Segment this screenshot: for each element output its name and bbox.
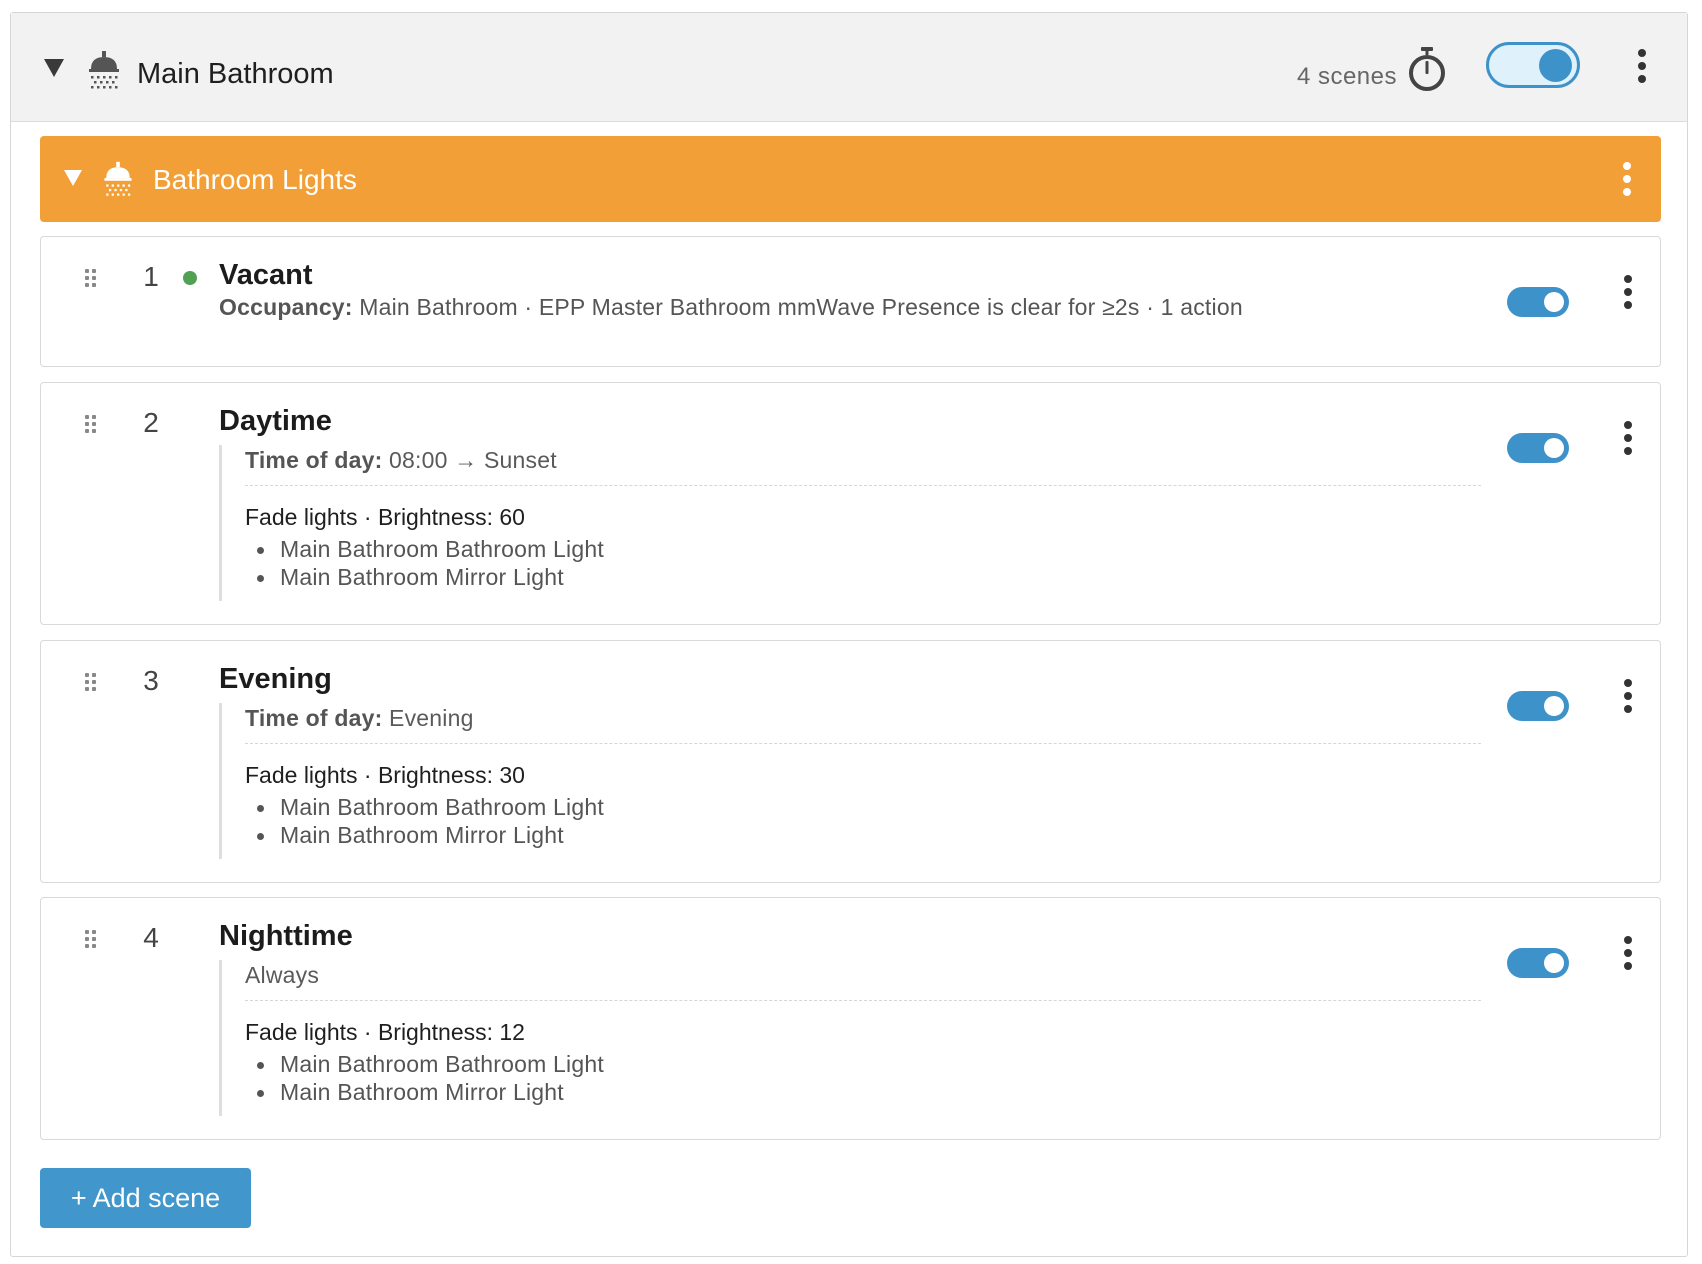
action-targets: Main Bathroom Bathroom Light Main Bathro…	[245, 535, 1481, 591]
scene-more-menu-icon[interactable]	[1624, 936, 1632, 972]
toggle-knob	[1544, 292, 1564, 312]
toggle-knob	[1544, 696, 1564, 716]
target-item: Main Bathroom Bathroom Light	[245, 793, 1481, 821]
room-title: Main Bathroom	[137, 58, 334, 90]
scene-condition: Time of day: Evening	[245, 703, 1481, 744]
scene-condition: Always	[245, 960, 1481, 1001]
scene-name: Vacant	[219, 259, 313, 291]
target-item: Main Bathroom Mirror Light	[245, 563, 1481, 591]
scene-action: Fade lights · Brightness: 30	[245, 762, 525, 788]
scene-enable-toggle[interactable]	[1507, 948, 1569, 978]
drag-handle-icon[interactable]	[85, 930, 97, 948]
scene-card-daytime[interactable]: 2 Daytime Time of day: 08:00 → Sunset Fa…	[40, 382, 1661, 625]
toggle-knob	[1544, 438, 1564, 458]
drag-handle-icon[interactable]	[85, 269, 97, 287]
scene-action: Fade lights · Brightness: 60	[245, 504, 525, 530]
action-targets: Main Bathroom Bathroom Light Main Bathro…	[245, 793, 1481, 849]
add-scene-button[interactable]: + Add scene	[40, 1168, 251, 1228]
condition-text: Evening	[382, 705, 474, 731]
scene-trigger-summary: Occupancy: Main Bathroom · EPP Master Ba…	[219, 294, 1243, 321]
target-item: Main Bathroom Mirror Light	[245, 821, 1481, 849]
active-status-dot	[183, 271, 197, 285]
scene-name: Nighttime	[219, 920, 353, 952]
scene-card-vacant[interactable]: 1 Vacant Occupancy: Main Bathroom · EPP …	[40, 236, 1661, 367]
scene-details: Time of day: Evening Fade lights · Brigh…	[219, 703, 1481, 859]
target-item: Main Bathroom Mirror Light	[245, 1078, 1481, 1106]
scene-count: 4 scenes	[1296, 63, 1397, 90]
action-targets: Main Bathroom Bathroom Light Main Bathro…	[245, 1050, 1481, 1106]
scene-action: Fade lights · Brightness: 12	[245, 1019, 525, 1045]
shower-icon	[89, 51, 119, 89]
trigger-text: Main Bathroom · EPP Master Bathroom mmWa…	[352, 294, 1243, 320]
group-more-menu-icon[interactable]	[1623, 162, 1631, 198]
scene-enable-toggle[interactable]	[1507, 691, 1569, 721]
drag-handle-icon[interactable]	[85, 415, 97, 433]
room-enable-toggle[interactable]	[1486, 42, 1580, 88]
group-header[interactable]: Bathroom Lights	[40, 136, 1661, 222]
scene-card-evening[interactable]: 3 Evening Time of day: Evening Fade ligh…	[40, 640, 1661, 883]
target-item: Main Bathroom Bathroom Light	[245, 535, 1481, 563]
target-item: Main Bathroom Bathroom Light	[245, 1050, 1481, 1078]
scene-more-menu-icon[interactable]	[1624, 275, 1632, 311]
scene-number: 1	[143, 261, 159, 292]
scene-number: 3	[143, 665, 159, 696]
timer-icon[interactable]	[1407, 46, 1447, 92]
room-more-menu-icon[interactable]	[1638, 49, 1646, 85]
condition-text: Always	[245, 962, 320, 988]
scene-enable-toggle[interactable]	[1507, 433, 1569, 463]
collapse-caret-icon[interactable]	[44, 59, 64, 77]
scene-more-menu-icon[interactable]	[1624, 421, 1632, 457]
scene-condition: Time of day: 08:00 → Sunset	[245, 445, 1481, 486]
toggle-knob	[1544, 953, 1564, 973]
scene-more-menu-icon[interactable]	[1624, 679, 1632, 715]
scene-number: 2	[143, 407, 159, 438]
trigger-label: Occupancy:	[219, 294, 353, 320]
drag-handle-icon[interactable]	[85, 673, 97, 691]
scene-enable-toggle[interactable]	[1507, 287, 1569, 317]
scene-name: Evening	[219, 663, 332, 695]
scene-name: Daytime	[219, 405, 332, 437]
condition-text: 08:00 → Sunset	[382, 447, 557, 473]
scene-details: Time of day: 08:00 → Sunset Fade lights …	[219, 445, 1481, 601]
group-collapse-caret-icon[interactable]	[64, 170, 82, 186]
group-title: Bathroom Lights	[153, 164, 357, 195]
scene-number: 4	[143, 922, 159, 953]
toggle-knob	[1539, 49, 1572, 82]
condition-label: Time of day:	[245, 447, 383, 473]
condition-label: Time of day:	[245, 705, 383, 731]
scene-details: Always Fade lights · Brightness: 12 Main…	[219, 960, 1481, 1116]
shower-icon	[104, 161, 132, 196]
scene-card-nighttime[interactable]: 4 Nighttime Always Fade lights · Brightn…	[40, 897, 1661, 1140]
room-header[interactable]: Main Bathroom 4 scenes	[11, 13, 1687, 122]
